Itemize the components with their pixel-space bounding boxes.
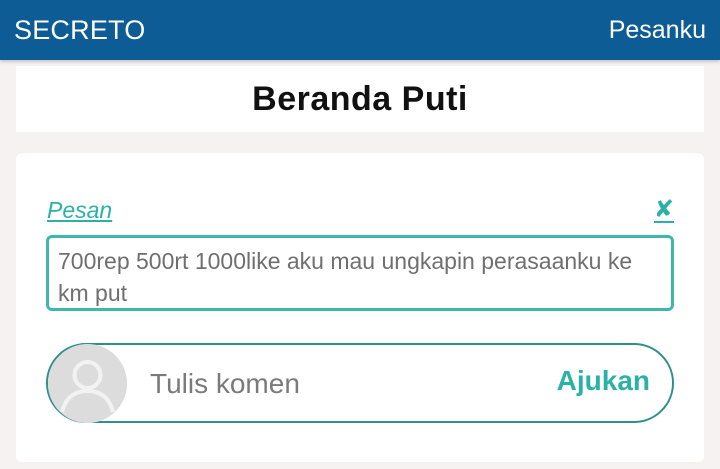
comment-input[interactable] (150, 365, 530, 403)
top-app-bar: SECRETO Pesanku (0, 0, 720, 60)
title-card: Beranda Puti (16, 66, 704, 132)
nav-link-pesanku[interactable]: Pesanku (609, 16, 706, 45)
comment-bar: Ajukan (46, 343, 674, 423)
avatar-silhouette-icon (48, 344, 127, 423)
message-text-box: 700rep 500rt 1000like aku mau ungkapin p… (46, 235, 674, 311)
close-icon[interactable]: ✘ (653, 198, 674, 223)
message-card: Pesan ✘ 700rep 500rt 1000like aku mau un… (16, 153, 704, 462)
user-avatar-icon (48, 344, 127, 423)
page-title: Beranda Puti (252, 79, 468, 118)
submit-comment-button[interactable]: Ajukan (557, 365, 650, 397)
message-label: Pesan (47, 197, 113, 223)
app-brand[interactable]: SECRETO (14, 15, 145, 46)
